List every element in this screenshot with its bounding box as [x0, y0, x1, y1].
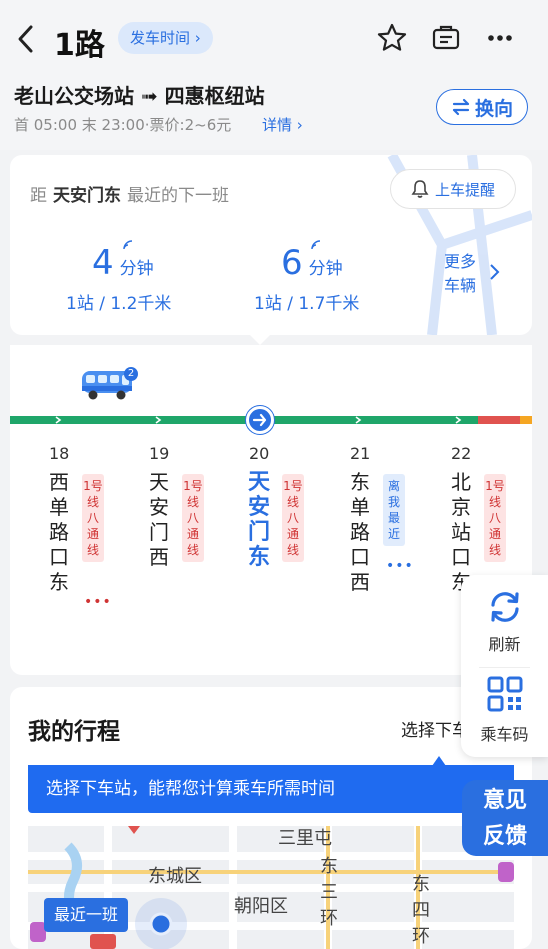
floating-toolbar: 刷新 乘车码: [461, 575, 548, 757]
more-tags-indicator: •••: [84, 594, 112, 610]
current-stop-marker: [246, 406, 274, 434]
target-station: 天安门东: [53, 186, 121, 206]
metro-tag: 1号线八通线: [282, 474, 304, 562]
bus-count-badge: 2: [124, 367, 138, 381]
nearest-tag: 离我最近: [383, 474, 405, 546]
more-buses-button[interactable]: 更多 车辆: [444, 250, 476, 298]
service-times: 首 05:00 末 23:00·票价:2~6元: [14, 116, 232, 134]
bus-card-icon[interactable]: [430, 22, 462, 54]
back-arrow-icon[interactable]: [12, 22, 40, 56]
banner-pointer: [432, 756, 446, 766]
eta-2-detail: 1站 / 1.7千米: [254, 294, 360, 314]
divider: [479, 667, 530, 668]
feedback-button[interactable]: 意见 反馈: [462, 780, 548, 856]
chevron-right-icon: [490, 264, 500, 280]
more-tags-indicator: •••: [386, 558, 414, 574]
arrow-right-icon: [252, 413, 267, 427]
route-title: 1路: [54, 28, 105, 63]
star-icon[interactable]: [376, 22, 408, 54]
live-signal-icon: [311, 240, 321, 250]
bell-icon: [411, 180, 429, 198]
latest-bus-label: 最近一班: [44, 898, 129, 932]
metro-tag: 1号线八通线: [82, 474, 104, 562]
refresh-button[interactable]: 刷新: [461, 581, 548, 663]
distance-label: 距天安门东 最近的下一班: [30, 186, 229, 206]
schedule-button[interactable]: 发车时间 ›: [118, 22, 213, 54]
swap-direction-button[interactable]: 换向: [436, 89, 528, 125]
metro-tag: 1号线八通线: [484, 474, 506, 562]
more-options-icon[interactable]: [484, 22, 516, 54]
next-bus-card: 距天安门东 最近的下一班 上车提醒 4 分钟 1站 / 1.2千米 6 分钟 1站 /…: [10, 155, 532, 335]
alight-hint-banner[interactable]: 选择下车站，能帮您计算乘车所需时间: [28, 765, 514, 813]
card-pointer: [248, 333, 272, 345]
map-label: 东城区: [148, 866, 202, 887]
boarding-reminder-button[interactable]: 上车提醒: [390, 169, 516, 209]
details-link[interactable]: 详情 ›: [262, 114, 303, 135]
map-label: 东四环: [412, 874, 430, 947]
qr-code-icon: [487, 676, 523, 712]
route-name: 老山公交场站 ➟ 四惠枢纽站: [14, 84, 265, 108]
map-label: 东三环: [320, 856, 338, 929]
metro-tag: 1号线八通线: [182, 474, 204, 562]
my-trip-title: 我的行程: [28, 719, 120, 745]
eta-1-detail: 1站 / 1.2千米: [66, 294, 172, 314]
map-label: 朝阳区: [234, 896, 288, 917]
swap-label: 换向: [474, 97, 513, 120]
swap-icon: [452, 98, 470, 116]
refresh-icon: [491, 592, 519, 622]
map-label: 三里屯: [278, 828, 332, 849]
ride-code-button[interactable]: 乘车码: [461, 671, 548, 753]
live-signal-icon: [123, 240, 133, 250]
